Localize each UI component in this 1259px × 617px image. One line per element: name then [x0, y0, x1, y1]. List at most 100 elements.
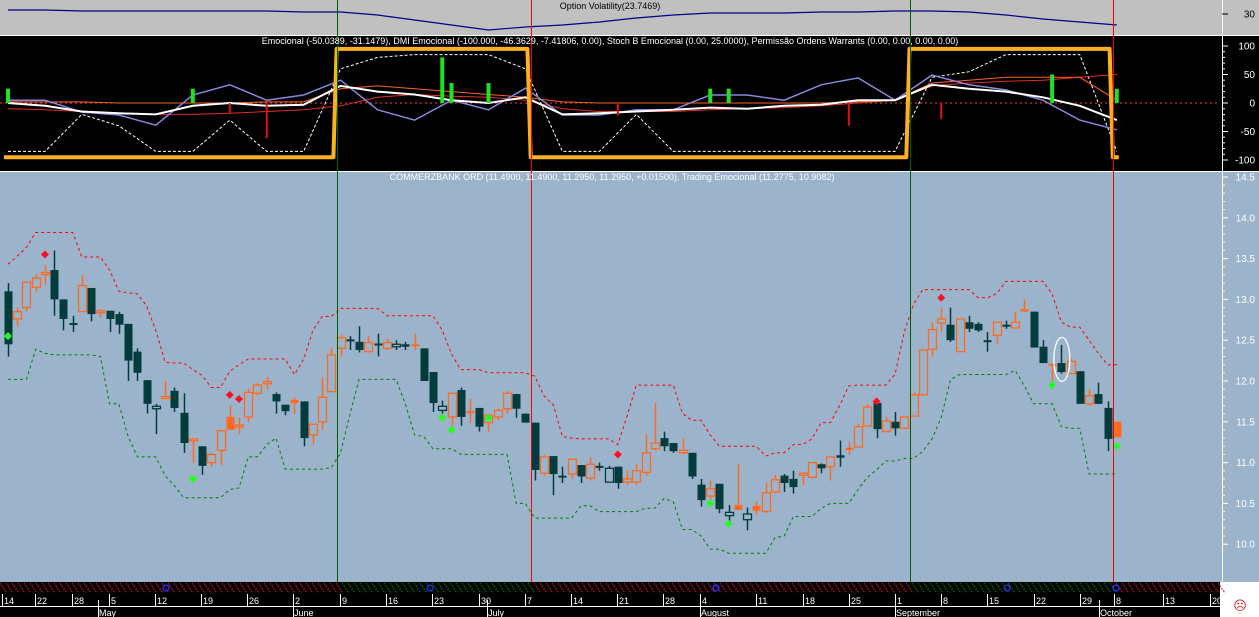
- candle-body: [437, 405, 448, 412]
- oscillator-axis-label: -100: [1235, 156, 1255, 167]
- month-label: May: [99, 608, 117, 617]
- day-tick-label: 14: [4, 596, 14, 606]
- candle-body: [742, 513, 753, 521]
- candle-body: [853, 426, 864, 448]
- candle-body: [95, 310, 106, 314]
- candle-body: [115, 314, 124, 325]
- candle-body: [59, 299, 68, 319]
- oscillator-axis-label: -50: [1241, 127, 1256, 138]
- green-bar: [486, 83, 491, 103]
- oscillator-title: Emocional (-50.0389, -31.1479), DMI Emoc…: [262, 36, 959, 46]
- day-tick-label: 29: [1082, 596, 1092, 606]
- candle-body: [909, 394, 920, 417]
- candle-body: [983, 340, 992, 343]
- candle: [326, 348, 337, 393]
- green-bar: [708, 88, 713, 103]
- candle-body: [641, 452, 652, 474]
- day-tick-label: 7: [527, 596, 532, 606]
- candle-body: [493, 409, 504, 418]
- volatility-title: Option Volatility(23.7469): [560, 1, 661, 11]
- candle: [955, 318, 966, 353]
- price-axis-label: 13.0: [1236, 295, 1256, 306]
- sad-face-icon[interactable]: ☹: [1233, 600, 1247, 614]
- candle-body: [669, 443, 678, 452]
- green-bar: [1114, 88, 1119, 103]
- candle-body: [1002, 324, 1011, 327]
- price-title: COMMERZBANK ORD (11.4900, 11.4900, 11.29…: [390, 172, 835, 182]
- day-tick-label: 20: [1212, 596, 1222, 606]
- candle-body: [549, 456, 558, 475]
- green-bar: [6, 88, 10, 103]
- candle-body: [234, 424, 245, 428]
- candle-body: [326, 354, 337, 393]
- oscillator-axis-label: 0: [1249, 99, 1255, 110]
- day-tick-label: 2: [295, 596, 300, 606]
- red-bar: [265, 103, 268, 139]
- candle-body: [697, 484, 706, 501]
- day-tick-label: 19: [203, 596, 213, 606]
- candle: [853, 423, 864, 448]
- candle-body: [160, 395, 171, 400]
- candle-body: [660, 438, 669, 447]
- candle-body: [1030, 311, 1039, 348]
- day-tick-label: 13: [1165, 596, 1175, 606]
- candle: [420, 348, 429, 381]
- candle-body: [1076, 371, 1085, 404]
- candle-body: [891, 421, 900, 429]
- candle-body: [761, 492, 772, 513]
- candle-body: [631, 470, 642, 483]
- candle-body: [1039, 346, 1048, 364]
- candle-body: [206, 453, 217, 464]
- price-axis-label: 14.0: [1236, 213, 1256, 224]
- candle-body: [21, 281, 32, 309]
- day-tick-label: 15: [989, 596, 999, 606]
- candle: [688, 452, 697, 479]
- price-axis-label: 14.5: [1236, 173, 1256, 184]
- day-tick-label: 23: [434, 596, 444, 606]
- candle-body: [12, 310, 23, 320]
- candle-body: [1020, 309, 1029, 312]
- price-axis-label: 11.0: [1236, 458, 1255, 469]
- volatility-axis-label: 30: [1244, 10, 1256, 21]
- candle-body: [1084, 395, 1095, 405]
- green-bar: [726, 88, 731, 103]
- green-bar: [449, 83, 454, 103]
- candle-body: [770, 479, 781, 493]
- oscillator-axis-label: 100: [1238, 42, 1255, 53]
- day-tick-label: 30: [481, 596, 491, 606]
- candle-body: [466, 411, 475, 414]
- candle-body: [475, 407, 484, 427]
- day-tick-label: 28: [665, 596, 675, 606]
- price-axis-label: 13.5: [1236, 254, 1256, 265]
- candle-body: [50, 270, 59, 300]
- day-tick-label: 25: [851, 596, 861, 606]
- candle-body: [355, 341, 364, 350]
- candle: [604, 465, 615, 483]
- candle-body: [1113, 421, 1122, 438]
- green-bar: [190, 88, 195, 103]
- candle-body: [243, 391, 254, 418]
- stock-chart[interactable]: 30 100 50 0 -50 -100 14.5 14.0 13.5 13.0 12.5 12.0 1…: [0, 0, 1259, 617]
- candle: [1113, 421, 1122, 438]
- candle-body: [346, 339, 355, 342]
- price-axis-label: 12.0: [1236, 377, 1256, 388]
- candle-body: [374, 343, 383, 346]
- candle-body: [992, 321, 1003, 336]
- candle-body: [899, 416, 910, 429]
- candle-body: [40, 271, 51, 276]
- month-label: July: [488, 608, 505, 617]
- candle-body: [336, 337, 347, 350]
- candle-body: [1094, 394, 1103, 404]
- candle-body: [614, 466, 623, 483]
- candle-body: [807, 461, 818, 478]
- candle: [862, 403, 873, 427]
- candle-body: [401, 344, 410, 347]
- candle-body: [69, 323, 78, 326]
- candle-body: [946, 324, 955, 341]
- candle-body: [1057, 363, 1066, 373]
- day-tick-label: 12: [157, 596, 167, 606]
- candle: [539, 454, 550, 476]
- candle-body: [420, 348, 429, 381]
- candle: [252, 382, 263, 396]
- candle-body: [87, 287, 96, 315]
